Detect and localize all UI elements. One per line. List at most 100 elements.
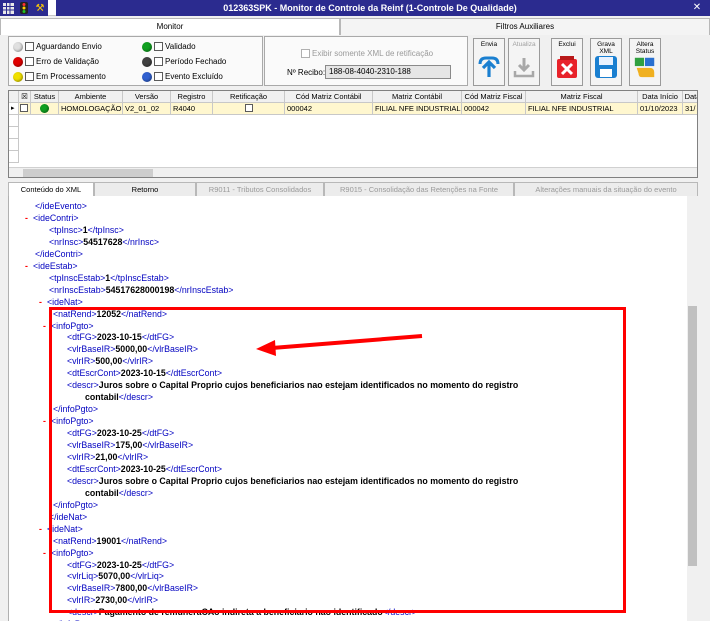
status-hand-icon: [633, 55, 657, 79]
receipt-field[interactable]: 188-08-4040-2310-188: [325, 65, 451, 79]
envia-label: Envia: [480, 41, 498, 48]
table-row[interactable]: ▸ HOMOLOGAÇÃO V2_01_02 R4040 000042 FILI…: [9, 103, 697, 115]
col-header-cod-matriz-contabil[interactable]: Cód Matriz Contábil: [285, 91, 373, 103]
row-select-checkbox[interactable]: [19, 103, 31, 115]
col-header-ambiente[interactable]: Ambiente: [59, 91, 123, 103]
delete-x-icon: [555, 55, 579, 79]
xml-tag: </ideContri>: [35, 248, 83, 259]
col-header-registro[interactable]: Registro: [171, 91, 213, 103]
show-rectification-label: Exibir somente XML de retificação: [312, 49, 434, 58]
close-icon[interactable]: ✕: [684, 0, 710, 16]
cell-retificacao[interactable]: [213, 103, 285, 115]
col-header-cod-matriz-fiscal[interactable]: Cód Matriz Fiscal: [462, 91, 526, 103]
events-grid: ☒ Status Ambiente Versão Registro Retifi…: [8, 90, 698, 178]
checkbox[interactable]: [154, 72, 163, 81]
xml-vertical-scrollbar[interactable]: [687, 196, 698, 621]
altera-status-button[interactable]: Altera Status: [629, 38, 661, 86]
col-header-data-inicio[interactable]: Data Início: [638, 91, 683, 103]
legend-validado[interactable]: Validado: [142, 40, 196, 53]
tab-monitor[interactable]: Monitor: [0, 18, 340, 35]
show-rectification-option[interactable]: Exibir somente XML de retificação: [301, 47, 433, 60]
legend-em-processamento[interactable]: Em Processamento: [13, 70, 106, 83]
exclui-button[interactable]: Exclui: [551, 38, 583, 86]
xml-tag: <ideContri>: [33, 212, 79, 223]
col-header-status[interactable]: Status: [31, 91, 59, 103]
xml-tag: <nrInsc>: [49, 236, 84, 247]
status-dot-icon: [13, 56, 23, 67]
show-rectification-checkbox[interactable]: [301, 49, 310, 58]
grid-icon[interactable]: [0, 0, 16, 16]
upload-arrow-icon: [477, 55, 501, 79]
cell-matriz-fiscal: FILIAL NFE INDUSTRIAL: [526, 103, 638, 115]
checkbox[interactable]: [25, 72, 34, 81]
legend-periodo-fechado[interactable]: Período Fechado: [142, 55, 226, 68]
status-dot-icon: [142, 71, 152, 82]
status-dot-icon: [13, 71, 23, 82]
collapse-toggle[interactable]: -: [25, 212, 33, 224]
legend-label: Validado: [165, 42, 196, 51]
status-dot-icon: [142, 41, 152, 52]
grid-horizontal-scrollbar[interactable]: [9, 167, 697, 177]
checkbox[interactable]: [25, 42, 34, 51]
tab-conteudo-xml[interactable]: Conteúdo do XML: [8, 182, 94, 196]
legend-label: Período Fechado: [165, 57, 227, 66]
floppy-disk-icon: [594, 55, 618, 79]
atualiza-label: Atualiza: [512, 41, 536, 48]
scrollbar-thumb[interactable]: [23, 169, 153, 177]
window-title: 012363SPK - Monitor de Controle da Reinf…: [56, 0, 684, 16]
legend-label: Erro de Validação: [36, 57, 99, 66]
tab-alteracoes-manuais[interactable]: Alterações manuais da situação do evento: [514, 182, 698, 196]
cell-versao: V2_01_02: [123, 103, 171, 115]
tab-r9011[interactable]: R9011 - Tributos Consolidados: [196, 182, 324, 196]
col-header-select[interactable]: ☒: [19, 91, 31, 103]
grava-xml-button[interactable]: Grava XML: [590, 38, 622, 86]
empty-row: [9, 151, 19, 163]
scrollbar-thumb[interactable]: [688, 306, 697, 566]
xml-line: <tpInsc>1</tpInsc>: [49, 224, 124, 236]
legend-evento-excluido[interactable]: Evento Excluído: [142, 70, 223, 83]
xml-line: </ideContri>: [35, 248, 83, 260]
status-legend-panel: Aguardando Envio Erro de Validação Em Pr…: [8, 36, 263, 86]
altera-status-label: Altera Status: [635, 41, 655, 55]
xml-tag: </nrInsc>: [122, 236, 160, 247]
legend-label: Em Processamento: [36, 72, 106, 81]
envia-button[interactable]: Envia: [473, 38, 505, 86]
download-arrow-icon: [512, 55, 536, 79]
wrench-icon[interactable]: ⚒: [32, 0, 48, 16]
xml-tag: <ideNat>: [47, 296, 83, 307]
grava-xml-label: Grava XML: [597, 41, 615, 55]
xml-line: - <ideNat>: [39, 296, 83, 308]
xml-value: 54517628000198: [105, 284, 175, 295]
receipt-label: Nº Recibo:: [287, 68, 326, 77]
legend-label: Aguardando Envio: [36, 42, 102, 51]
atualiza-button[interactable]: Atualiza: [508, 38, 540, 86]
tab-retorno[interactable]: Retorno: [94, 182, 196, 196]
cell-matriz-contabil: FILIAL NFE INDUSTRIAL: [373, 103, 462, 115]
col-header-versao[interactable]: Versão: [123, 91, 171, 103]
title-bar: ⚒ 012363SPK - Monitor de Controle da Rei…: [0, 0, 710, 16]
checkbox[interactable]: [154, 42, 163, 51]
retificacao-checkbox[interactable]: [244, 104, 253, 112]
tab-filtros-auxiliares[interactable]: Filtros Auxiliares: [340, 18, 710, 35]
collapse-toggle[interactable]: -: [39, 523, 47, 535]
traffic-light-icon[interactable]: [16, 0, 32, 16]
empty-row: [9, 115, 697, 127]
exclui-label: Exclui: [558, 41, 576, 48]
checkbox[interactable]: [154, 57, 163, 66]
xml-line: <nrInsc>54517628</nrInsc>: [49, 236, 159, 248]
checkbox[interactable]: [25, 57, 34, 66]
row-indicator[interactable]: ▸: [9, 103, 19, 115]
legend-erro-validacao[interactable]: Erro de Validação: [13, 55, 99, 68]
validado-dot-icon: [40, 104, 49, 113]
legend-aguardando-envio[interactable]: Aguardando Envio: [13, 40, 102, 53]
col-header-retificacao[interactable]: Retificação: [213, 91, 285, 103]
col-header-matriz-contabil[interactable]: Matriz Contábil: [373, 91, 462, 103]
collapse-toggle[interactable]: -: [39, 296, 47, 308]
collapse-toggle[interactable]: -: [25, 260, 33, 272]
status-dot-icon: [13, 41, 23, 52]
col-header-data[interactable]: Data: [683, 91, 697, 103]
xml-tag: <nrInscEstab>: [49, 284, 106, 295]
cell-data-inicio: 01/10/2023: [638, 103, 683, 115]
tab-r9015[interactable]: R9015 - Consolidação das Retenções na Fo…: [324, 182, 514, 196]
col-header-matriz-fiscal[interactable]: Matriz Fiscal: [526, 91, 638, 103]
